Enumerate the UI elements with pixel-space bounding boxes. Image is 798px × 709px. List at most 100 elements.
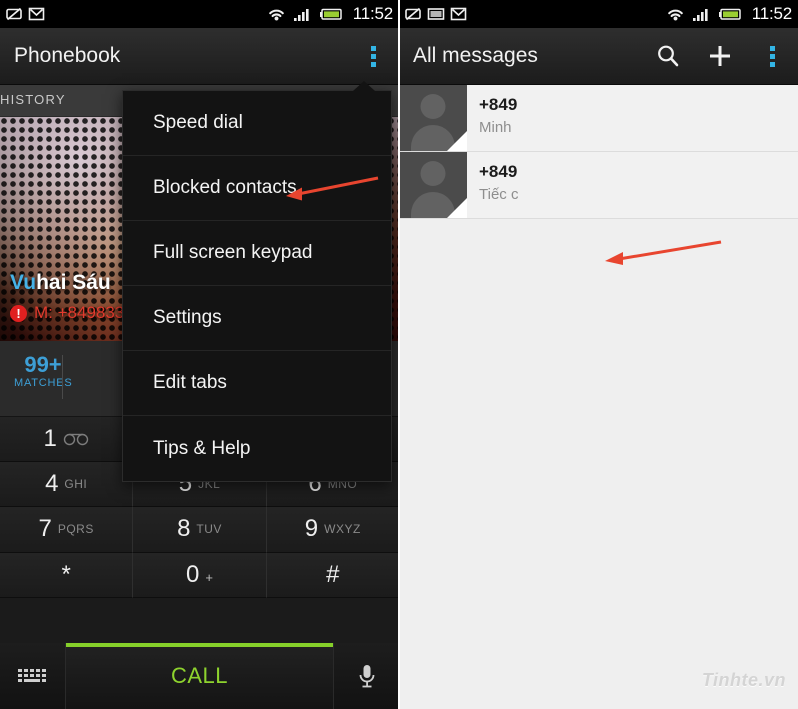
contact-number: M: +849833: [34, 303, 125, 322]
right-action-buttons: [642, 28, 798, 85]
blocked-error-icon: !: [10, 304, 27, 322]
dialpad-key-label: 8: [177, 515, 191, 543]
left-screen-phonebook: 11:52 Phonebook HISTORY Vuhai Sáu ! M: +…: [0, 0, 399, 709]
popup-caret: [353, 81, 375, 91]
dialpad-key-letters: PQRS: [57, 522, 94, 537]
contact-name-rest: hai Sáu: [36, 271, 111, 294]
dialpad-key-8[interactable]: 8 TUV: [133, 507, 267, 553]
dialpad-key-label: 1: [43, 425, 57, 453]
contact-number-row: ! M: +849833: [10, 303, 124, 323]
avatar-corner-fold: [446, 197, 467, 218]
watermark: Tinhte.vn: [701, 670, 786, 690]
overflow-menu-icon: [769, 45, 775, 67]
dialpad-key-label: 0: [186, 560, 200, 588]
matches-count: 99+: [24, 352, 62, 377]
dialpad-key-label: #: [326, 560, 340, 588]
dialpad-key-label: 4: [45, 470, 59, 498]
new-message-button[interactable]: [694, 28, 746, 85]
avatar-corner-fold: [446, 130, 467, 151]
right-page-title: All messages: [413, 44, 538, 67]
dialpad-key-label: 7: [38, 515, 52, 543]
left-status-clock: 11:52: [352, 4, 393, 23]
thread-text: +849 Tiếc c: [467, 152, 518, 218]
signal-bars-icon: [293, 6, 313, 22]
gmail-icon: [450, 6, 467, 22]
search-icon: [655, 43, 681, 69]
dialpad-key-letters: WXYZ: [324, 522, 361, 537]
left-page-title: Phonebook: [14, 44, 121, 67]
call-button[interactable]: CALL: [65, 643, 334, 709]
right-status-notification-icons: [404, 6, 467, 22]
voicemail-icon: [63, 433, 89, 446]
keyboard-button[interactable]: [0, 643, 65, 709]
dialpad-key-letters: GHI: [64, 477, 88, 492]
right-status-bar: 11:52: [399, 0, 798, 28]
plus-icon: [707, 43, 733, 69]
dialpad-key-0[interactable]: 0 +: [133, 552, 267, 598]
message-thread-list: +849 Minh +849 Tiếc c: [399, 85, 798, 709]
right-action-bar: All messages: [399, 28, 798, 85]
left-overflow-menu-button[interactable]: [347, 28, 399, 85]
list-item[interactable]: +849 Minh: [399, 85, 798, 152]
left-status-notification-icons: [5, 6, 45, 22]
avatar-head: [420, 94, 446, 119]
dialpad-key-plus: +: [205, 570, 213, 586]
avatar: [399, 152, 467, 218]
list-item[interactable]: +849 Tiếc c: [399, 152, 798, 219]
menu-item-speed-dial[interactable]: Speed dial: [123, 91, 391, 156]
right-status-system-icons: 11:52: [665, 4, 792, 24]
thread-number: +849: [479, 95, 518, 114]
left-action-bar: Phonebook: [0, 28, 399, 85]
thread-text: +849 Minh: [467, 85, 517, 151]
contact-name-match: Vu: [10, 271, 37, 294]
thread-number: +849: [479, 162, 518, 181]
menu-item-settings[interactable]: Settings: [123, 286, 391, 351]
signal-bars-icon: [692, 6, 712, 22]
menu-item-edit-tabs[interactable]: Edit tabs: [123, 351, 391, 416]
dialpad-row: * 0 + #: [0, 552, 399, 598]
dialpad-key-label: *: [61, 560, 71, 588]
screen-divider: [398, 0, 400, 709]
right-status-clock: 11:52: [751, 4, 792, 23]
matches-label: MATCHES: [14, 377, 73, 390]
silent-mode-icon: [404, 6, 422, 22]
call-button-label: CALL: [170, 663, 229, 688]
screenshot-icon: [427, 6, 445, 22]
battery-icon: [319, 6, 344, 22]
microphone-icon: [356, 662, 378, 690]
contact-name: Vuhai Sáu: [10, 271, 111, 295]
right-screen-messages: 11:52 All messages +849 Minh +849 Tiếc c…: [399, 0, 798, 709]
matches-block[interactable]: 99+ MATCHES: [14, 353, 72, 389]
left-status-bar: 11:52: [0, 0, 399, 28]
dialpad-key-star[interactable]: *: [0, 552, 134, 598]
dialpad-key-label: 9: [304, 515, 319, 543]
menu-item-tips-help[interactable]: Tips & Help: [123, 416, 391, 481]
search-button[interactable]: [642, 28, 694, 85]
dialpad-key-1[interactable]: 1: [0, 417, 134, 463]
wifi-icon: [665, 6, 686, 22]
menu-item-full-screen-keypad[interactable]: Full screen keypad: [123, 221, 391, 286]
overflow-menu-icon: [370, 45, 376, 67]
dialpad-key-hash[interactable]: #: [266, 552, 399, 598]
left-overflow-menu[interactable]: Speed dial Blocked contacts Full screen …: [122, 81, 392, 482]
dialpad-row: 7 PQRS 8 TUV 9 WXYZ: [0, 507, 399, 553]
thread-preview: Tiếc c: [479, 186, 519, 203]
dialpad-key-9[interactable]: 9 WXYZ: [266, 507, 399, 553]
dialpad-key-7[interactable]: 7 PQRS: [0, 507, 134, 553]
dialpad-key-4[interactable]: 4 GHI: [0, 462, 134, 508]
tab-history[interactable]: HISTORY: [0, 92, 66, 107]
gmail-icon: [28, 6, 45, 22]
avatar: [399, 85, 467, 151]
left-action-buttons: [347, 28, 399, 85]
silent-mode-icon: [5, 6, 23, 22]
thread-preview: Minh: [479, 119, 512, 136]
wifi-icon: [266, 6, 287, 22]
voice-search-button[interactable]: [334, 643, 399, 709]
battery-icon: [718, 6, 743, 22]
dialpad-key-letters: TUV: [196, 522, 222, 537]
avatar-head: [420, 161, 446, 186]
left-status-system-icons: 11:52: [266, 4, 393, 24]
left-bottom-bar: CALL: [0, 643, 399, 709]
right-overflow-menu-button[interactable]: [746, 28, 798, 85]
menu-item-blocked-contacts[interactable]: Blocked contacts: [123, 156, 391, 221]
